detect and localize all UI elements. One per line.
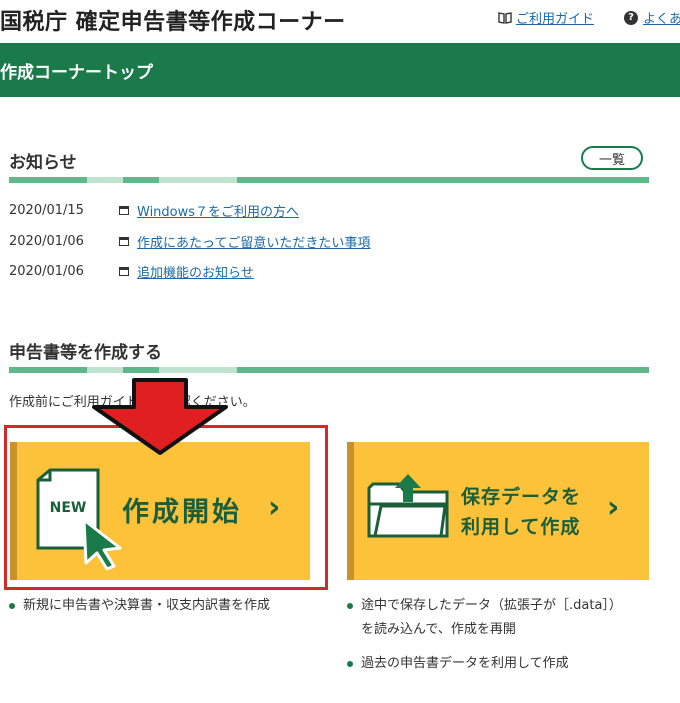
news-item: 2020/01/06 追加機能のお知らせ bbox=[9, 261, 254, 281]
red-arrow-annotation bbox=[92, 378, 228, 455]
news-item: 2020/01/15 Windows７をご利用の方へ bbox=[9, 200, 299, 220]
chevron-right-icon: › bbox=[607, 490, 620, 525]
saved-description-item: 途中で保存したデータ（拡張子が［.data］） を読み込んで、作成を再開 bbox=[347, 597, 622, 639]
question-icon: ? bbox=[624, 10, 638, 25]
window-icon bbox=[119, 205, 129, 215]
saved-description-item: 過去の申告書データを利用して作成 bbox=[347, 655, 569, 673]
use-saved-data-button[interactable]: 保存データを 利用して作成 › bbox=[347, 442, 649, 580]
news-section-title: お知らせ bbox=[9, 153, 77, 173]
news-date: 2020/01/06 bbox=[9, 233, 84, 249]
guide-link-label: ご利用ガイド bbox=[516, 12, 595, 27]
news-section-rule bbox=[9, 177, 649, 183]
faq-link-label: よくあ bbox=[643, 12, 680, 27]
news-list-button[interactable]: 一覧 bbox=[581, 146, 643, 170]
news-link[interactable]: Windows７をご利用の方へ bbox=[137, 201, 299, 220]
start-creation-description: 新規に申告書や決算書・収支内訳書を作成 bbox=[9, 597, 270, 615]
window-icon bbox=[119, 266, 129, 276]
folder-upload-icon bbox=[367, 474, 449, 538]
create-section-title: 申告書等を作成する bbox=[9, 343, 162, 363]
news-date: 2020/01/15 bbox=[9, 202, 84, 218]
book-icon bbox=[498, 11, 512, 24]
top-bar-title: 作成コーナートップ bbox=[0, 63, 153, 83]
news-link[interactable]: 追加機能のお知らせ bbox=[137, 262, 254, 281]
create-section-rule bbox=[9, 367, 649, 373]
news-link[interactable]: 作成にあたってご留意いただきたい事項 bbox=[137, 232, 370, 251]
use-saved-data-label: 保存データを 利用して作成 bbox=[461, 486, 582, 538]
guide-link[interactable]: ご利用ガイド bbox=[498, 8, 594, 27]
window-icon bbox=[119, 236, 129, 246]
news-item: 2020/01/06 作成にあたってご留意いただきたい事項 bbox=[9, 231, 370, 251]
news-date: 2020/01/06 bbox=[9, 263, 84, 279]
site-title: 国税庁 確定申告書等作成コーナー bbox=[0, 10, 346, 35]
faq-link[interactable]: ? よくあ bbox=[624, 8, 680, 27]
